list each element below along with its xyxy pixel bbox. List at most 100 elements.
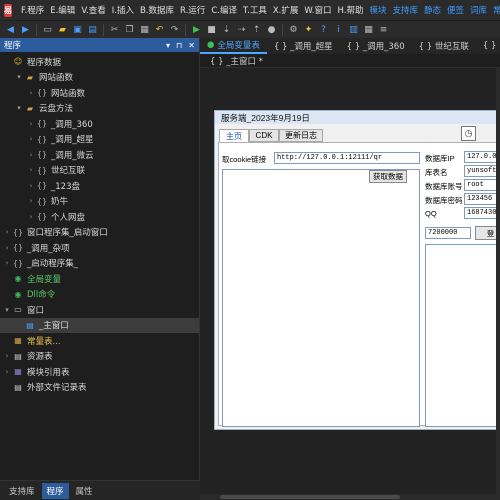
db-user-input[interactable]: root — [464, 179, 500, 191]
stop-icon[interactable]: ■ — [205, 23, 218, 36]
menu-item[interactable]: B.数据库 — [137, 4, 177, 16]
menu-item[interactable]: 词库 — [467, 4, 490, 16]
compile-icon[interactable]: ⚙ — [287, 23, 300, 36]
step-out-icon[interactable]: ⇡ — [250, 23, 263, 36]
tab-changelog[interactable]: 更新日志 — [279, 129, 323, 142]
form-designer-tab[interactable]: { } _主窗口 * — [200, 54, 500, 68]
tree-item[interactable]: ›{} 奶牛 — [0, 194, 199, 210]
form-window[interactable]: 服务端_2023年9月19日 主页 CDK 更新日志 ◷ 取cookie链接 h… — [214, 110, 500, 430]
menu-item[interactable]: H.帮助 — [335, 4, 367, 16]
collapse-arrow-icon[interactable]: › — [2, 259, 12, 267]
tree-item[interactable]: ◉ 全局变量 — [0, 271, 199, 287]
run-icon[interactable]: ▶ — [190, 23, 203, 36]
save-all-icon[interactable]: ▤ — [86, 23, 99, 36]
expand-arrow-icon[interactable]: ▾ — [14, 73, 24, 81]
collapse-arrow-icon[interactable]: › — [26, 213, 36, 221]
tree-item[interactable]: ▦ 常量表... — [0, 333, 199, 349]
tree-item[interactable]: ▾ ▭ 窗口 — [0, 302, 199, 318]
bottom-tab[interactable]: 属性 — [71, 483, 98, 499]
timer-icon[interactable]: ◷ — [461, 126, 476, 141]
menu-item[interactable]: C.编译 — [208, 4, 240, 16]
tree-item[interactable]: › ▤ 资源表 — [0, 349, 199, 365]
redo-icon[interactable]: ↷ — [168, 23, 181, 36]
undo-icon[interactable]: ↶ — [153, 23, 166, 36]
menu-item[interactable]: 模块 — [366, 4, 389, 16]
open-folder-icon[interactable]: ▰ — [56, 23, 69, 36]
save-icon[interactable]: ▣ — [71, 23, 84, 36]
menu-item[interactable]: E.编辑 — [47, 4, 78, 16]
db-name-input[interactable]: yunsoft1 — [464, 165, 500, 177]
menu-item[interactable]: 静态 — [421, 4, 444, 16]
vertical-scrollbar[interactable] — [496, 68, 500, 500]
document-tab[interactable]: { } 世纪互联 — [412, 38, 476, 54]
tab-home[interactable]: 主页 — [219, 129, 249, 143]
data-text-area[interactable] — [222, 169, 420, 427]
list-icon[interactable]: ≡ — [377, 23, 390, 36]
chart-icon[interactable]: ▥ — [347, 23, 360, 36]
collapse-arrow-icon[interactable]: › — [26, 182, 36, 190]
panel-close-icon[interactable]: ✕ — [188, 41, 195, 50]
collapse-arrow-icon[interactable]: › — [26, 135, 36, 143]
log-list-box[interactable] — [425, 244, 500, 427]
menu-item[interactable]: W.窗口 — [301, 4, 334, 16]
menu-item[interactable]: F.程序 — [18, 4, 47, 16]
help-icon[interactable]: ? — [317, 23, 330, 36]
lightbulb-icon[interactable]: ✦ — [302, 23, 315, 36]
db-password-input[interactable]: 123456 — [464, 193, 500, 205]
expand-arrow-icon[interactable]: ▾ — [2, 306, 12, 314]
breakpoint-icon[interactable]: ● — [265, 23, 278, 36]
collapse-arrow-icon[interactable]: › — [2, 368, 12, 376]
db-ip-input[interactable]: 127.0.0.1 — [464, 151, 500, 163]
tree-item[interactable]: ▤ 外部文件记录表 — [0, 380, 199, 396]
qq-input[interactable]: 1687430 — [464, 207, 500, 219]
document-tab[interactable]: { } _调用_360 — [340, 38, 412, 54]
collapse-arrow-icon[interactable]: › — [2, 244, 12, 252]
menu-item[interactable]: V.查看 — [78, 4, 108, 16]
menu-item[interactable]: 便签 — [444, 4, 467, 16]
tree-item[interactable]: ›{} _调用_微云 — [0, 147, 199, 163]
tree-item[interactable]: ›{} _调用_超星 — [0, 132, 199, 148]
tree-item[interactable]: ›{} 网站函数 — [0, 85, 199, 101]
menu-item[interactable]: R.运行 — [177, 4, 208, 16]
fetch-data-button[interactable]: 获取数据 — [369, 170, 407, 183]
tree-item[interactable]: ›{} 窗口程序集_启动窗口 — [0, 225, 199, 241]
menu-item[interactable]: 支持库 — [389, 4, 421, 16]
menu-item[interactable]: X.扩展 — [270, 4, 302, 16]
tree-item[interactable]: ›{} _启动程序集_ — [0, 256, 199, 272]
tree-item[interactable]: › ▦ 模块引用表 — [0, 364, 199, 380]
new-file-icon[interactable]: ▭ — [41, 23, 54, 36]
paste-icon[interactable]: ▦ — [138, 23, 151, 36]
tree-item[interactable]: ▾ ▰ 云盘方法 — [0, 101, 199, 117]
collapse-arrow-icon[interactable]: › — [26, 197, 36, 205]
number-input[interactable]: 7200000 — [425, 227, 471, 239]
collapse-arrow-icon[interactable]: › — [26, 151, 36, 159]
tree-item[interactable]: ›{} _调用_360 — [0, 116, 199, 132]
menu-item[interactable]: T.工具 — [240, 4, 270, 16]
collapse-arrow-icon[interactable]: › — [2, 228, 12, 236]
expand-arrow-icon[interactable]: ▾ — [14, 104, 24, 112]
collapse-arrow-icon[interactable]: › — [2, 352, 12, 360]
panel-dropdown-icon[interactable]: ▾ — [166, 41, 170, 50]
tree-item[interactable]: ›{} 个人网盘 — [0, 209, 199, 225]
cut-icon[interactable]: ✂ — [108, 23, 121, 36]
panel-pin-icon[interactable]: ⊓ — [176, 41, 182, 50]
collapse-arrow-icon[interactable]: › — [26, 166, 36, 174]
tree-item[interactable]: ›{} _123盘 — [0, 178, 199, 194]
grid-icon[interactable]: ▦ — [362, 23, 375, 36]
document-tab[interactable]: { } _调用_超星 — [267, 38, 340, 54]
collapse-arrow-icon[interactable]: › — [26, 120, 36, 128]
step-into-icon[interactable]: ⇣ — [220, 23, 233, 36]
info-icon[interactable]: i — [332, 23, 345, 36]
menu-item[interactable]: 常 — [490, 4, 500, 16]
step-over-icon[interactable]: ⇢ — [235, 23, 248, 36]
cookie-url-input[interactable]: http://127.0.0.1:12111/qr — [274, 152, 420, 164]
document-tab[interactable]: { } — [476, 38, 500, 54]
tab-cdk[interactable]: CDK — [249, 129, 279, 142]
tree-item[interactable]: ›{} _调用_杂项 — [0, 240, 199, 256]
tree-item[interactable]: ◉ Dll命令 — [0, 287, 199, 303]
tree-item[interactable]: ▾ ▰ 网站函数 — [0, 70, 199, 86]
tree-item[interactable]: ☺ 程序数据 — [0, 54, 199, 70]
tree-item[interactable]: ›{} 世纪互联 — [0, 163, 199, 179]
forward-icon[interactable]: ▶ — [19, 23, 32, 36]
horizontal-scroll-thumb[interactable] — [220, 495, 400, 499]
